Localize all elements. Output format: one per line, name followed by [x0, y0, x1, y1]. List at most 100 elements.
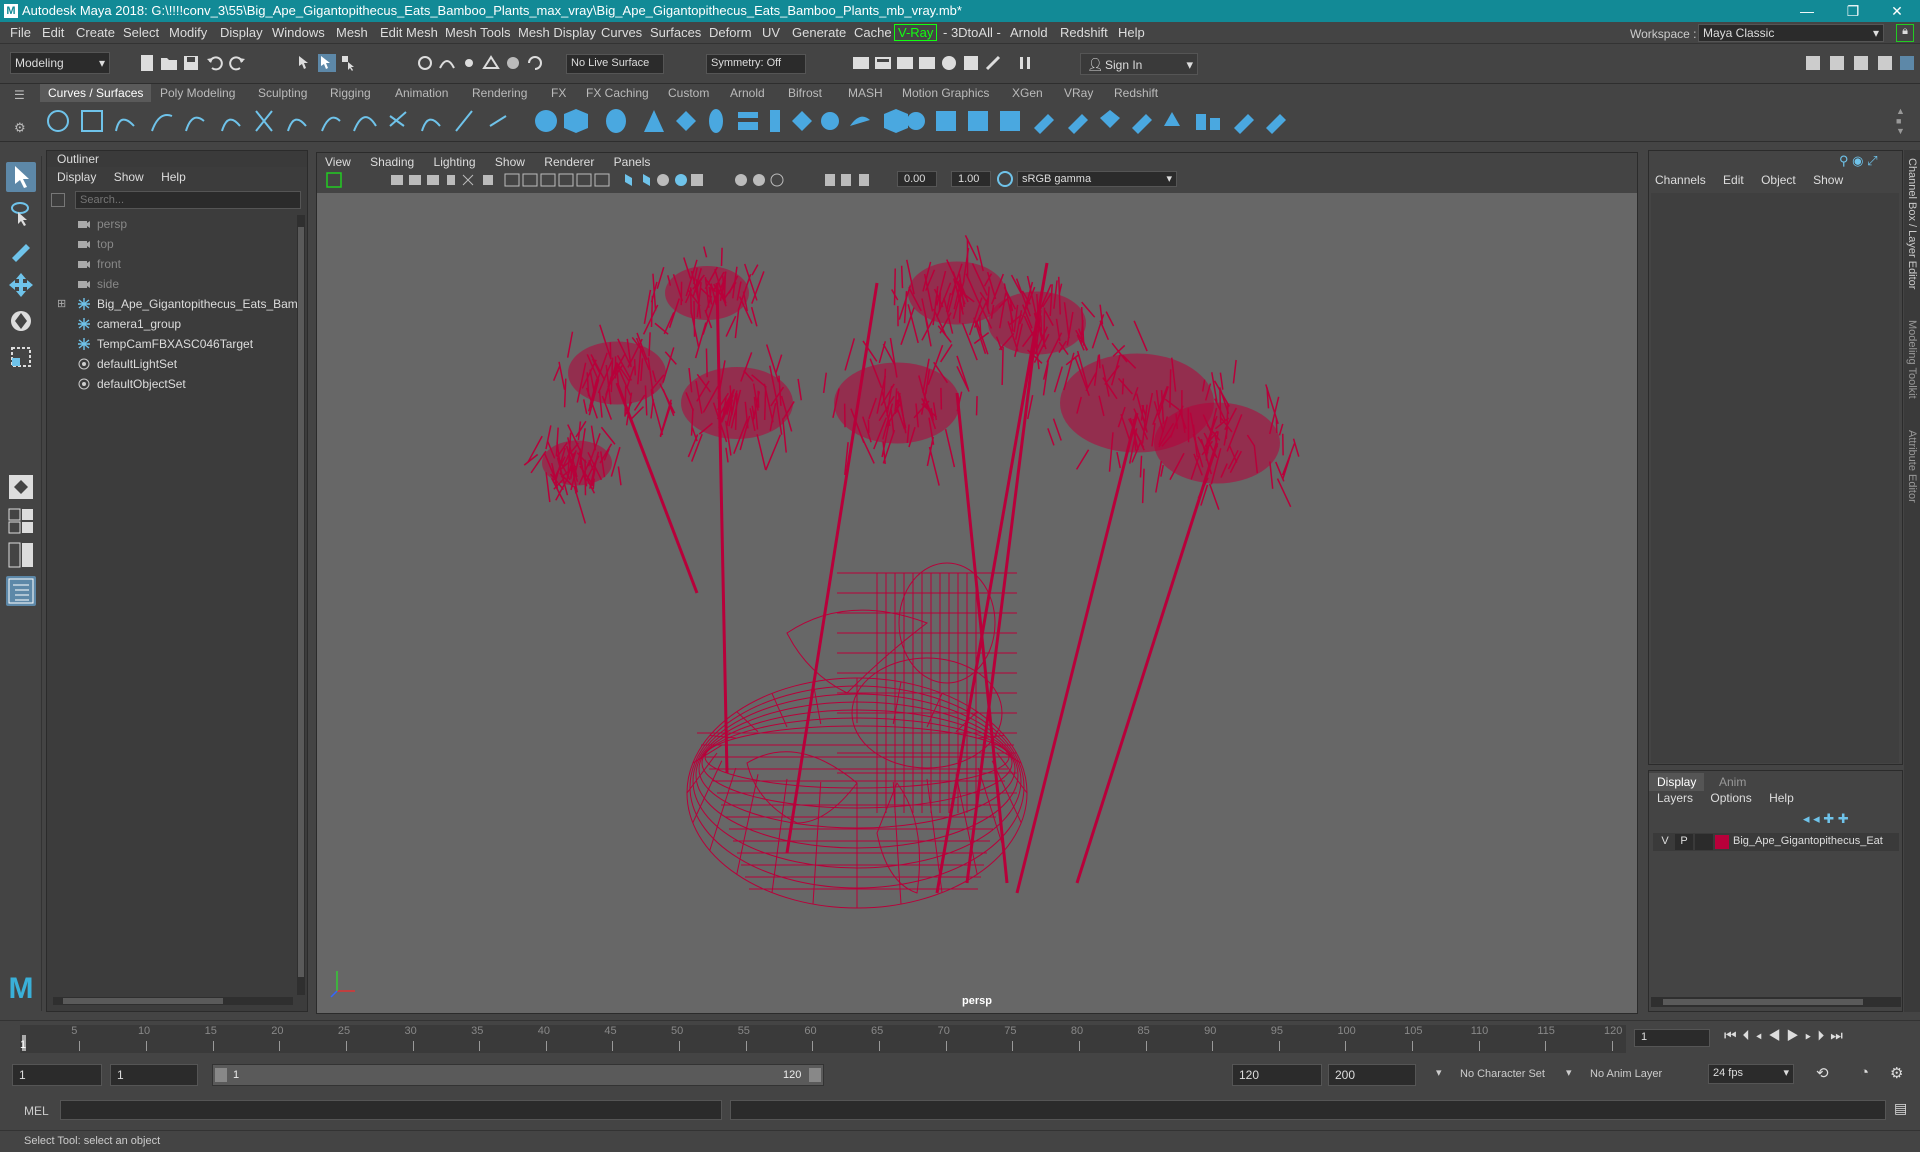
range-start-handle[interactable]: [215, 1068, 227, 1082]
gear-icon[interactable]: ⚙︎: [14, 120, 30, 136]
exposure-field[interactable]: 0.00: [897, 171, 937, 187]
step-back-frame-icon[interactable]: ◂: [1756, 1027, 1768, 1043]
paint-select-tool-icon[interactable]: [6, 234, 36, 264]
outliner-menu-help[interactable]: Help: [161, 170, 186, 184]
layer-tab-display[interactable]: Display: [1649, 773, 1704, 791]
time-slider-track[interactable]: 1 5 10 15 20 25 30 35 40 45 50 55 60 65 70 75 80 85 90 95 1…: [20, 1025, 1626, 1053]
menu-modify[interactable]: Modify: [169, 25, 207, 40]
menu-redshift[interactable]: Redshift: [1060, 25, 1108, 40]
maximize-button[interactable]: ❐: [1830, 0, 1876, 22]
script-editor-icon[interactable]: ▤: [1894, 1100, 1907, 1117]
step-forward-key-icon[interactable]: ⏵: [1817, 1027, 1830, 1043]
viewport-menu-lighting[interactable]: Lighting: [434, 155, 476, 169]
side-tab-modeling-toolkit[interactable]: Modeling Toolkit: [1906, 320, 1918, 399]
select-object-icon[interactable]: [318, 54, 336, 72]
menu-mesh-display[interactable]: Mesh Display: [518, 25, 596, 40]
viewport-panel[interactable]: View Shading Lighting Show Renderer Pane…: [316, 152, 1638, 1014]
wireframe-scene[interactable]: [317, 193, 1637, 1013]
color-management-icon[interactable]: [997, 171, 1013, 187]
shelf-tab-motion-graphics[interactable]: Motion Graphics: [894, 84, 997, 102]
expand-icon[interactable]: ⊞: [57, 297, 66, 310]
chevron-down-icon[interactable]: ▾: [1566, 1066, 1572, 1079]
shelf-tab-redshift[interactable]: Redshift: [1106, 84, 1166, 102]
shelf-tab-arnold[interactable]: Arnold: [722, 84, 773, 102]
animation-preferences-icon[interactable]: ⚙︎: [1890, 1064, 1903, 1082]
snap-grid-icon[interactable]: [416, 54, 434, 72]
menu-curves[interactable]: Curves: [601, 25, 642, 40]
outliner-item[interactable]: defaultLightSet: [77, 357, 177, 375]
lasso-tool-icon[interactable]: [6, 198, 36, 228]
layer-menu-options[interactable]: Options: [1710, 791, 1751, 805]
anim-start-field[interactable]: 1: [110, 1064, 198, 1086]
side-tab-attribute-editor[interactable]: Attribute Editor: [1906, 430, 1918, 503]
save-scene-icon[interactable]: [182, 54, 200, 72]
gamma-field[interactable]: 1.00: [951, 171, 991, 187]
modeling-toolkit-icon[interactable]: [1804, 54, 1822, 72]
outliner-item[interactable]: front: [77, 257, 121, 275]
menu-windows[interactable]: Windows: [272, 25, 325, 40]
attribute-editor-icon[interactable]: [1828, 54, 1846, 72]
chevron-down-icon[interactable]: ▾: [1436, 1066, 1442, 1079]
channel-menu-edit[interactable]: Edit: [1723, 173, 1744, 187]
step-back-key-icon[interactable]: ⏴: [1743, 1027, 1756, 1043]
command-input[interactable]: [60, 1100, 722, 1120]
fps-dropdown[interactable]: 24 fps ▾: [1708, 1064, 1794, 1084]
render-sequence-icon[interactable]: [874, 54, 892, 72]
menu-select[interactable]: Select: [123, 25, 159, 40]
menu-mesh-tools[interactable]: Mesh Tools: [445, 25, 511, 40]
select-tool-icon[interactable]: [6, 162, 36, 192]
vray-tools-icon[interactable]: [984, 54, 1002, 72]
shelf-scroll-arrows[interactable]: ▲ ■ ▼: [1896, 106, 1906, 136]
anim-end-field[interactable]: 120: [1232, 1064, 1322, 1086]
mel-label[interactable]: MEL: [24, 1104, 49, 1118]
anim-layer-label[interactable]: No Anim Layer: [1590, 1068, 1662, 1080]
render-frame-icon[interactable]: [852, 54, 870, 72]
shelf-tab-xgen[interactable]: XGen: [1004, 84, 1051, 102]
sign-in-button[interactable]: 👤︎ Sign In ▾: [1080, 53, 1198, 75]
time-slider[interactable]: 1 5 10 15 20 25 30 35 40 45 50 55 60 65 70 75 80 85 90 95 1…: [0, 1020, 1920, 1056]
layer-menu-help[interactable]: Help: [1769, 791, 1794, 805]
menu-vray[interactable]: V-Ray: [894, 24, 937, 41]
layer-name[interactable]: Big_Ape_Gigantopithecus_Eat: [1733, 835, 1897, 847]
play-backward-icon[interactable]: ◀: [1768, 1027, 1787, 1043]
redo-icon[interactable]: [228, 54, 246, 72]
select-hierarchy-icon[interactable]: [296, 54, 314, 72]
snap-surface-icon[interactable]: [482, 54, 500, 72]
layer-hscrollbar[interactable]: [1651, 997, 1901, 1007]
vray-frame-buffer-icon[interactable]: [962, 54, 980, 72]
channel-box-icon[interactable]: [1876, 54, 1894, 72]
play-forward-icon[interactable]: ▶: [1786, 1027, 1805, 1043]
auto-key-icon[interactable]: ◔: [1860, 1064, 1869, 1081]
outliner-menu-show[interactable]: Show: [114, 170, 144, 184]
shelf-tab-curves-surfaces[interactable]: Curves / Surfaces: [40, 84, 151, 102]
snap-view-icon[interactable]: [504, 54, 522, 72]
two-view-layout-icon[interactable]: [6, 540, 36, 570]
shelf-tab-animation[interactable]: Animation: [387, 84, 456, 102]
shelf-tab-rendering[interactable]: Rendering: [464, 84, 535, 102]
menu-3dtoall[interactable]: - 3DtoAll -: [943, 25, 1001, 40]
channel-menu-show[interactable]: Show: [1813, 173, 1843, 187]
range-slider[interactable]: 1 120: [212, 1064, 824, 1086]
layer-menu-layers[interactable]: Layers: [1657, 791, 1693, 805]
menu-edit-mesh[interactable]: Edit Mesh: [380, 25, 438, 40]
snap-point-icon[interactable]: [460, 54, 478, 72]
range-end-handle[interactable]: [809, 1068, 821, 1082]
character-set-label[interactable]: No Character Set: [1460, 1068, 1545, 1080]
shelf-icons[interactable]: [44, 106, 1344, 136]
ipr-render-icon[interactable]: [896, 54, 914, 72]
viewport-menu-renderer[interactable]: Renderer: [544, 155, 594, 169]
outliner-item[interactable]: side: [77, 277, 119, 295]
snap-curve-icon[interactable]: [438, 54, 456, 72]
outliner-item[interactable]: persp: [77, 217, 127, 235]
outliner-item[interactable]: defaultObjectSet: [77, 377, 186, 395]
current-frame-field[interactable]: 1: [1634, 1029, 1710, 1047]
outliner-item[interactable]: camera1_group: [77, 317, 181, 335]
shelf-tab-custom[interactable]: Custom: [660, 84, 717, 102]
channel-menu-object[interactable]: Object: [1761, 173, 1796, 187]
menu-generate[interactable]: Generate: [792, 25, 846, 40]
layer-editor-icon[interactable]: [1898, 54, 1916, 72]
outliner-search-input[interactable]: [75, 191, 301, 209]
scale-tool-icon[interactable]: [6, 342, 36, 372]
color-space-dropdown[interactable]: sRGB gamma ▾: [1017, 171, 1177, 187]
select-component-icon[interactable]: [340, 54, 358, 72]
